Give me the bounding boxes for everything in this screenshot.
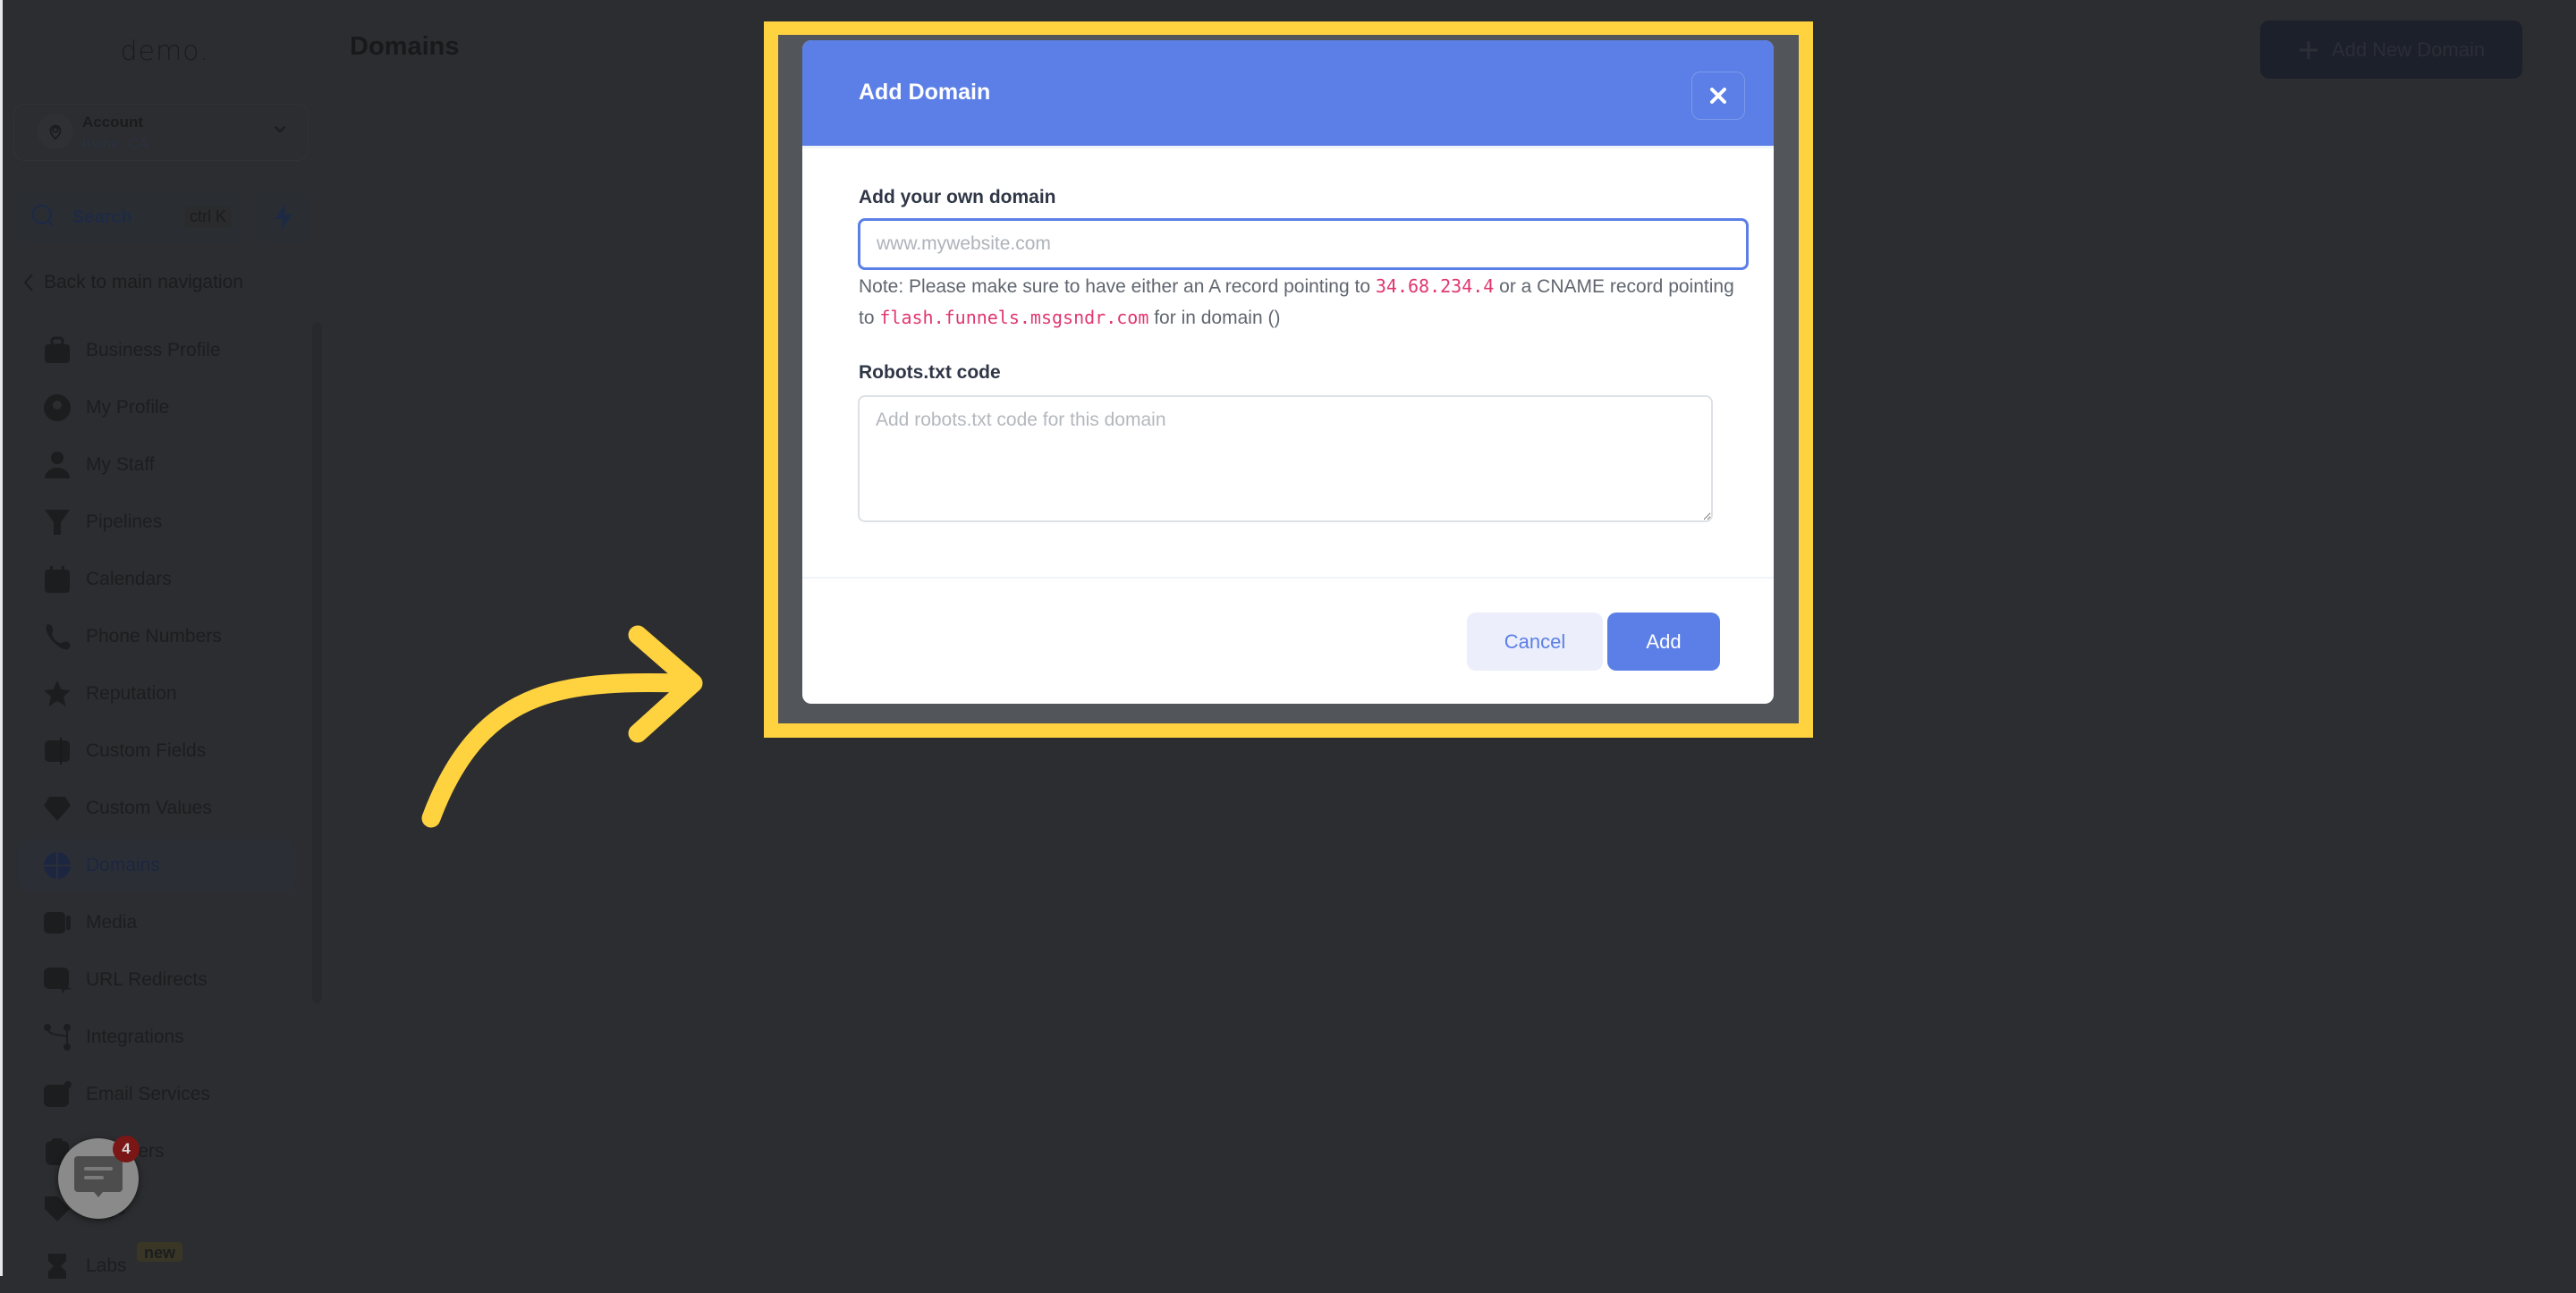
search-label: Search (72, 207, 132, 227)
sidebar-item-media[interactable]: Media (18, 896, 295, 950)
search-icon (30, 202, 56, 233)
chevron-left-icon (23, 274, 33, 292)
account-name: Account (82, 114, 143, 131)
domain-input[interactable] (858, 218, 1749, 270)
star-icon (43, 680, 72, 708)
media-icon (43, 908, 72, 937)
account-switcher[interactable]: Account Irvine, CA (13, 104, 309, 161)
add-new-domain-button[interactable]: Add New Domain (2260, 21, 2522, 79)
header-divider (802, 146, 1774, 148)
briefcase-icon (43, 336, 72, 365)
redirect-icon (43, 966, 72, 994)
page-title: Domains (350, 32, 460, 61)
back-link-label: Back to main navigation (44, 272, 243, 292)
user-circle-icon (43, 393, 72, 422)
sidebar-item-label: Pipelines (86, 511, 163, 532)
sidebar-item-label: Integrations (86, 1027, 184, 1047)
sidebar-item-url-redirects[interactable]: URL Redirects (18, 953, 295, 1007)
location-pin-icon (38, 114, 73, 149)
modal-header: Add Domain (802, 40, 1774, 146)
sidebar-item-pipelines[interactable]: Pipelines (18, 495, 295, 549)
sidebar-scrollbar[interactable] (312, 322, 322, 1003)
email-icon (43, 1080, 72, 1109)
search-button[interactable]: Search ctrl K (17, 191, 244, 243)
add-domain-modal: Add Domain Add your own domain Note: Ple… (802, 40, 1774, 704)
logo: demo. (120, 36, 209, 67)
note-text: Note: Please make sure to have either an… (859, 276, 1376, 297)
sidebar-item-label: Business Profile (86, 340, 221, 360)
sidebar-item-label: Custom Fields (86, 740, 207, 761)
text-cursor-icon (43, 737, 72, 765)
sidebar-item-business-profile[interactable]: Business Profile (18, 324, 295, 377)
chat-unread-badge: 4 (113, 1136, 140, 1162)
cname-target: flash.funnels.msgsndr.com (879, 307, 1149, 328)
sidebar-item-email-services[interactable]: Email Services (18, 1068, 295, 1121)
sidebar-item-label: My Profile (86, 397, 170, 418)
sidebar-item-label: Media (86, 912, 138, 933)
note-text: for in domain () (1148, 308, 1281, 328)
sidebar-item-label: Email Services (86, 1084, 210, 1104)
calendar-icon (43, 565, 72, 594)
sidebar-item-custom-values[interactable]: Custom Values (18, 782, 295, 835)
diamond-icon (43, 794, 72, 823)
arrow-shaft-icon (421, 673, 700, 828)
new-badge: new (137, 1242, 183, 1262)
cancel-button[interactable]: Cancel (1467, 613, 1603, 671)
sidebar-item-label: My Staff (86, 454, 155, 475)
phone-icon (43, 622, 72, 651)
back-to-main-navigation[interactable]: Back to main navigation (22, 272, 243, 293)
lightning-icon (275, 204, 292, 231)
add-button[interactable]: Add (1607, 613, 1720, 671)
funnel-icon (43, 508, 72, 537)
account-location: Irvine, CA (82, 135, 149, 152)
sidebar-item-my-profile[interactable]: My Profile (18, 381, 295, 435)
sidebar-item-custom-fields[interactable]: Custom Fields (18, 724, 295, 778)
domain-field-label: Add your own domain (859, 187, 1056, 207)
a-record-ip: 34.68.234.4 (1375, 275, 1495, 297)
sidebar-item-integrations[interactable]: Integrations (18, 1010, 295, 1064)
sidebar-item-label: Labs (86, 1255, 127, 1276)
sidebar-item-label: Custom Values (86, 798, 212, 818)
quick-actions-button[interactable] (257, 191, 310, 243)
sidebar-item-domains[interactable]: Domains (18, 839, 295, 892)
sidebar-item-label: Calendars (86, 569, 172, 589)
globe-icon (43, 851, 72, 880)
add-new-domain-label: Add New Domain (2331, 38, 2486, 61)
sidebar-item-calendars[interactable]: Calendars (18, 553, 295, 606)
modal-title: Add Domain (859, 80, 991, 105)
sidebar-item-reputation[interactable]: Reputation (18, 667, 295, 721)
search-shortcut: ctrl K (183, 206, 232, 228)
sidebar-item-phone-numbers[interactable]: Phone Numbers (18, 610, 295, 663)
sidebar-item-label: URL Redirects (86, 969, 208, 990)
footer-divider (802, 577, 1774, 579)
chevron-down-icon (272, 121, 288, 141)
user-icon (43, 451, 72, 479)
robots-txt-textarea[interactable] (858, 395, 1713, 522)
flask-icon (43, 1252, 72, 1280)
robots-field-label: Robots.txt code (859, 362, 1001, 383)
sidebar-item-my-staff[interactable]: My Staff (18, 438, 295, 492)
sidebar: demo. Account Irvine, CA Search ctrl K B… (3, 0, 322, 1279)
sidebar-item-label: Reputation (86, 683, 177, 704)
dns-note: Note: Please make sure to have either an… (859, 271, 1735, 334)
integrations-icon (43, 1023, 72, 1052)
arrow-head-icon (628, 625, 703, 743)
sidebar-item-label: Phone Numbers (86, 626, 222, 646)
sidebar-item-label: Domains (86, 855, 160, 875)
close-button[interactable] (1691, 72, 1745, 120)
plus-icon (2299, 40, 2318, 59)
close-icon (1710, 88, 1726, 104)
